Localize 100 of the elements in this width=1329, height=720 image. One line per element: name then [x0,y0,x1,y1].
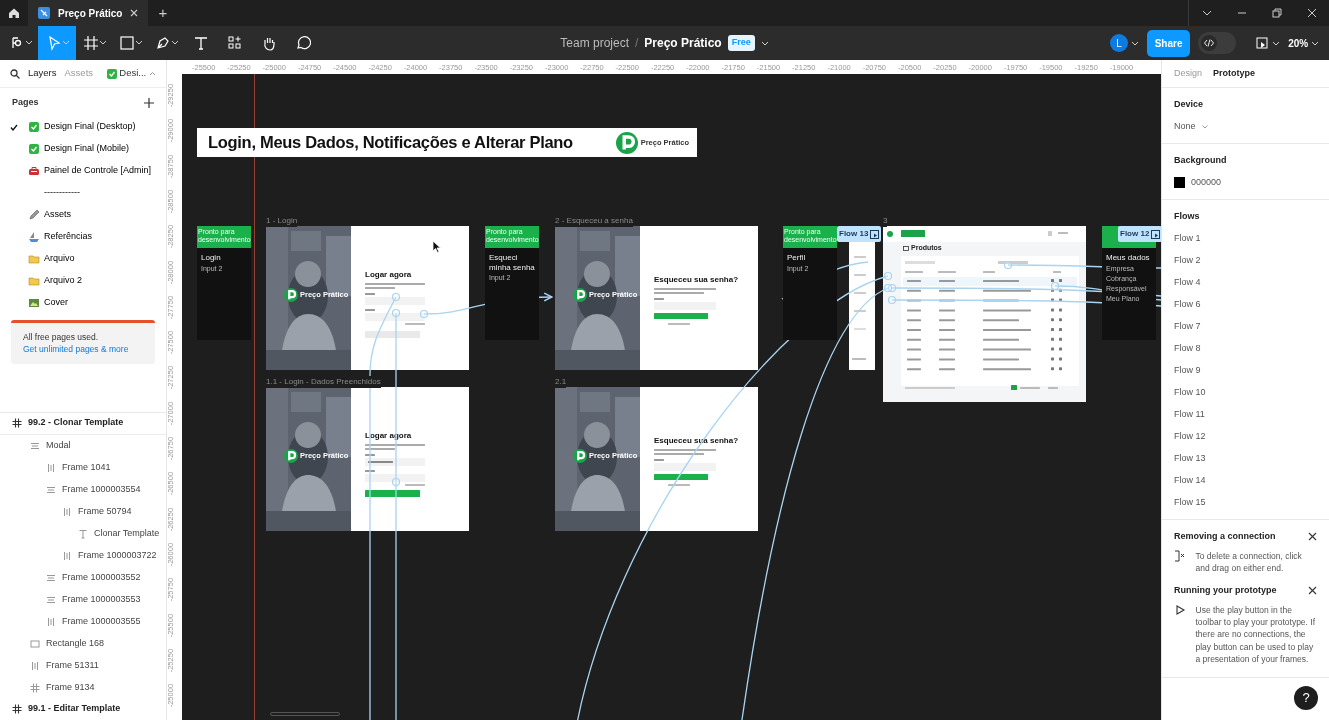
flow-item[interactable]: Flow 9 [1174,359,1317,382]
device-select[interactable]: None [1174,115,1208,138]
present-icon[interactable] [1255,36,1270,50]
layer-item[interactable]: Frame 50794 [0,500,166,523]
page-item[interactable]: Arquivo 2 [0,270,166,292]
note-title: Esqueci minha senha [488,252,536,274]
layer-item[interactable]: Modal [0,434,166,457]
close-button[interactable] [1308,532,1317,541]
page-item[interactable]: Arquivo [0,248,166,270]
toolbox-icon [28,165,40,177]
caret-icon [135,41,142,45]
resources-icon [227,35,243,51]
logo-icon [284,449,298,463]
frame-label: 2.1 [555,376,567,388]
file-tab[interactable]: Preço Prático [28,0,149,26]
play-icon[interactable] [1151,229,1161,239]
connector-line[interactable] [891,299,1161,307]
flow-item[interactable]: Flow 12 [1174,425,1317,448]
connection-handle[interactable] [1050,281,1060,291]
box-icon [903,245,909,251]
flow-item[interactable]: Flow 15 [1174,491,1317,514]
flow-item[interactable]: Flow 4 [1174,271,1317,294]
project-name[interactable]: Team project [560,34,629,52]
page-item[interactable]: Assets [0,204,166,226]
close-icon[interactable] [130,9,139,17]
add-icon[interactable] [144,98,154,108]
layer-item[interactable]: Rectangle 168 [0,632,166,655]
panel-tab[interactable]: Prototype [1213,66,1256,81]
layer-item[interactable]: Frame 1000003722 [0,544,166,567]
page-item[interactable]: ------------ [0,182,166,204]
page-switcher[interactable]: Desi... [119,66,147,81]
flow-item[interactable]: Flow 10 [1174,381,1317,404]
user-avatar[interactable]: L [1109,34,1128,52]
flow-item[interactable]: Flow 13 [1174,447,1317,470]
flow-item[interactable]: Flow 2 [1174,249,1317,272]
layer-item[interactable]: Frame 1000003553 [0,588,166,611]
connector-line[interactable] [574,275,889,720]
close-icon[interactable] [1305,7,1318,19]
connection-handle[interactable] [419,309,429,319]
dev-mode-toggle[interactable] [1198,32,1237,54]
color-swatch[interactable] [1174,177,1185,188]
logo-icon [573,449,587,463]
connection-handle[interactable] [1003,260,1013,270]
home-icon[interactable] [8,7,20,19]
page-item[interactable]: Painel de Controle [Admin] [0,160,166,182]
play-icon[interactable] [870,229,880,239]
caret-icon [25,41,32,45]
layer-item[interactable]: Clonar Template [0,522,166,545]
search-icon[interactable] [10,68,20,79]
layer-item[interactable]: 99.1 - Editar Template [0,698,166,720]
hand-icon [261,35,277,51]
flow-badge[interactable]: Flow 12 [1118,226,1161,242]
connector-line[interactable] [739,287,889,720]
zoom-menu[interactable]: 20% [1288,35,1309,51]
help-button[interactable]: ? [1294,685,1318,710]
form-heading: Logar agora [365,430,413,442]
section-heading: Pages [12,96,39,110]
page-item[interactable]: Design Final (Mobile) [0,138,166,160]
flow-item[interactable]: Flow 7 [1174,315,1317,338]
tip-text: Use the play button in the toolbar to play your prototype. If there are no connections, the play button can be used to play a presentation of your frames. [1195,603,1317,666]
layer-item[interactable]: Frame 1041 [0,456,166,479]
close-icon [1308,532,1317,541]
caret-icon[interactable] [1272,40,1281,46]
file-name[interactable]: Preço Prático [644,34,722,52]
layer-item[interactable]: Frame 9134 [0,676,166,699]
page-item[interactable]: Cover [0,292,166,314]
color-value[interactable]: 000000 [1191,175,1222,190]
flow-item[interactable]: Flow 6 [1174,293,1317,316]
flow-item[interactable]: Flow 1 [1174,227,1317,250]
caret-icon[interactable] [1311,40,1319,46]
tip-text: To delete a connection, click and drag on either end. [1195,549,1303,575]
image-icon [28,297,40,309]
connector-line[interactable] [891,287,1161,297]
panel-tab[interactable]: Layers [28,66,57,81]
layer-item[interactable]: Frame 1000003552 [0,566,166,589]
restore-icon[interactable] [1270,7,1283,19]
text-icon [78,528,88,539]
flow-item[interactable]: Flow 14 [1174,469,1317,492]
form-heading: Esqueceu sua senha? [654,274,740,286]
connection-handle[interactable] [391,477,401,487]
page-item[interactable]: Design Final (Desktop) [0,116,166,138]
layer-item[interactable]: 99.2 - Clonar Template [0,412,166,435]
upgrade-link[interactable]: Get unlimited pages & more [23,344,129,355]
caret-icon[interactable] [760,40,769,46]
flow-badge[interactable]: Flow 13 [837,226,882,242]
new-tab-button[interactable]: + [148,0,178,26]
layer-item[interactable]: Frame 1000003554 [0,478,166,501]
layer-item[interactable]: Frame 1000003555 [0,610,166,633]
frame-icon [30,682,40,693]
logo-icon [573,288,587,302]
flow-item[interactable]: Flow 8 [1174,337,1317,360]
caret-icon[interactable] [1130,40,1139,46]
scrollbar[interactable] [270,712,340,716]
form-heading: Logar agora [365,269,413,281]
layer-item[interactable]: Frame 51311 [0,654,166,677]
connector-arrow[interactable] [423,292,553,315]
close-button[interactable] [1308,586,1317,596]
page-item[interactable]: Referências [0,226,166,248]
flow-item[interactable]: Flow 11 [1174,403,1317,426]
cursor-icon [432,240,442,253]
